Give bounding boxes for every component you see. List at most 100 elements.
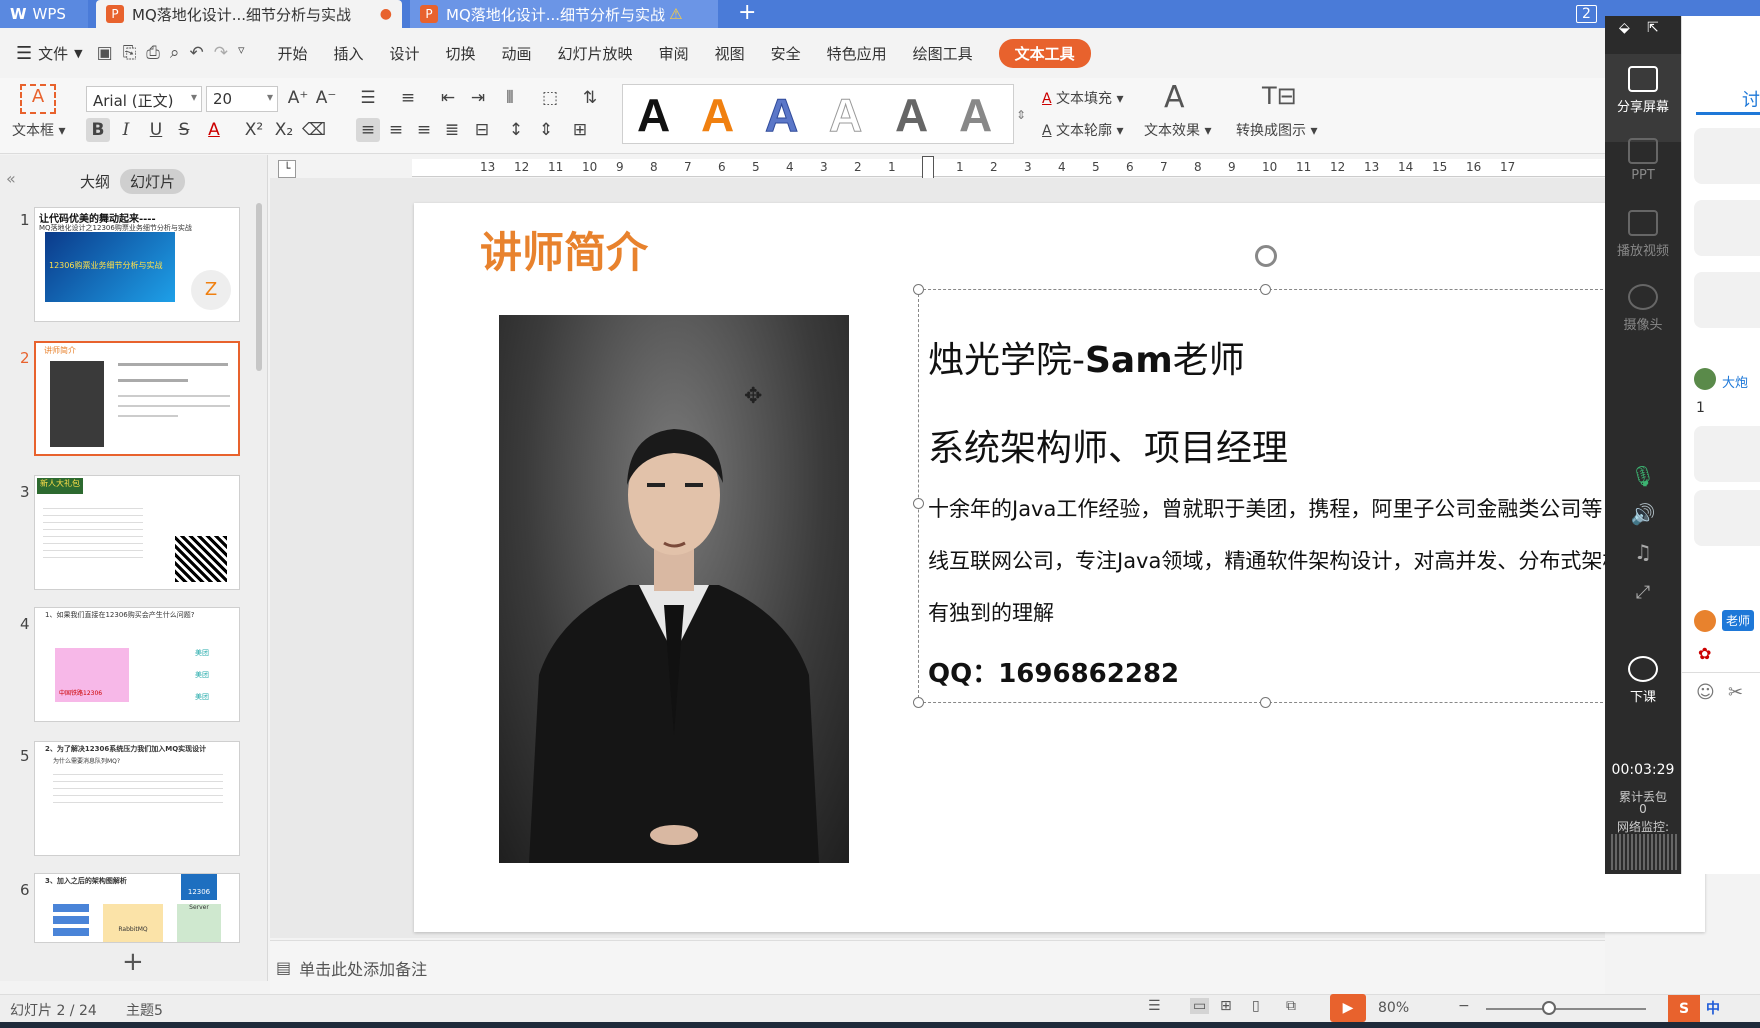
export-icon[interactable]: ⎘: [123, 43, 137, 63]
slide-thumbnail-3[interactable]: 新人大礼包: [34, 475, 240, 590]
text-box-border-icon[interactable]: ⬚: [538, 86, 562, 110]
popout-icon[interactable]: ⇱: [1647, 20, 1667, 40]
slide-thumbnail-6[interactable]: 3、加入之后的架构图解析 12306 RabbitMQ Server: [34, 873, 240, 943]
increase-indent-icon[interactable]: ⇥: [466, 86, 490, 110]
resize-handle[interactable]: [1260, 284, 1271, 295]
font-size-select[interactable]: 20: [206, 86, 278, 112]
menu-slideshow[interactable]: 幻灯片放映: [558, 43, 633, 64]
ime-mode[interactable]: 中: [1706, 998, 1720, 1018]
qq-contact[interactable]: QQ：1696862282: [928, 653, 1179, 690]
scissors-icon[interactable]: ✂: [1728, 682, 1743, 703]
resize-handle[interactable]: [1260, 697, 1271, 708]
notes-toggle-icon[interactable]: ☰: [1148, 998, 1161, 1014]
tab-stop-selector[interactable]: └: [278, 160, 296, 178]
menu-security[interactable]: 安全: [771, 43, 801, 64]
tab-document-active[interactable]: P MQ落地化设计...细节分析与实战 ●: [96, 0, 402, 28]
menu-insert[interactable]: 插入: [333, 43, 363, 64]
strikethrough-button[interactable]: S: [172, 118, 196, 142]
file-menu[interactable]: ☰ 文件 ▼: [16, 43, 83, 64]
menu-special-apps[interactable]: 特色应用: [827, 43, 887, 64]
share-screen-button[interactable]: 分享屏幕: [1605, 66, 1681, 115]
undo-icon[interactable]: ↶: [189, 43, 203, 63]
menu-text-tools[interactable]: 文本工具: [998, 38, 1091, 68]
fullscreen-icon[interactable]: ⤢: [1605, 582, 1681, 603]
text-direction-icon[interactable]: ⇅: [578, 86, 602, 110]
eraser-icon[interactable]: ⌫: [302, 118, 326, 142]
underline-button[interactable]: U: [144, 118, 168, 142]
convert-graphic-button[interactable]: 转换成图示 ▾: [1236, 120, 1317, 140]
decrease-indent-icon[interactable]: ⇤: [436, 86, 460, 110]
paragraph-spacing-icon[interactable]: ⇕: [534, 118, 558, 142]
menu-drawing-tools[interactable]: 绘图工具: [913, 43, 973, 64]
instructor-name[interactable]: 烛光学院-Sam老师: [928, 331, 1245, 383]
menu-review[interactable]: 审阅: [659, 43, 689, 64]
line-spacing-icon[interactable]: ↕: [504, 118, 528, 142]
resize-handle[interactable]: [913, 284, 924, 295]
shield-icon[interactable]: ⬙: [1619, 20, 1639, 40]
notes-pane[interactable]: ▤ 单击此处添加备注: [270, 940, 1605, 994]
text-style-sample[interactable]: A: [895, 91, 928, 139]
end-class-button[interactable]: 下课: [1605, 656, 1681, 705]
slide-thumbnail-2-selected[interactable]: 讲师简介: [34, 341, 240, 456]
ppt-button[interactable]: PPT: [1605, 138, 1681, 183]
bio-line-1[interactable]: 十余年的Java工作经验，曾就职于美团，携程，阿里子公司金融类公司等: [928, 493, 1602, 523]
text-style-sample[interactable]: A: [828, 91, 862, 140]
columns-icon[interactable]: ⫴: [498, 86, 522, 110]
numbered-list-icon[interactable]: ≡: [396, 86, 420, 110]
add-slide-button[interactable]: +: [122, 947, 144, 977]
slide-title[interactable]: 讲师简介: [480, 219, 648, 280]
text-style-sample[interactable]: A: [637, 91, 670, 139]
superscript-button[interactable]: X²: [242, 118, 266, 142]
text-outline-button[interactable]: A 文本轮廓 ▾: [1042, 120, 1124, 140]
tab-slides[interactable]: 幻灯片: [120, 169, 186, 194]
menu-design[interactable]: 设计: [390, 43, 420, 64]
font-color-button[interactable]: A: [202, 118, 226, 142]
text-style-sample[interactable]: A: [959, 91, 992, 139]
slide-thumbnail-1[interactable]: 让代码优美的舞动起来---- MQ落地化设计之12306购票业务细节分析与实战 …: [34, 207, 240, 322]
rotate-handle-icon[interactable]: [1255, 245, 1277, 267]
align-center-icon[interactable]: ≡: [384, 118, 408, 142]
instructor-role[interactable]: 系统架构师、项目经理: [928, 419, 1288, 471]
new-tab-button[interactable]: +: [738, 0, 756, 28]
emoji-icon[interactable]: ☺: [1696, 682, 1715, 703]
reading-view-icon[interactable]: ▯: [1252, 998, 1260, 1014]
increase-font-icon[interactable]: A⁺: [286, 86, 310, 110]
bio-line-3[interactable]: 有独到的理解: [928, 597, 1054, 627]
styles-scroll-icon[interactable]: ⇕: [1016, 108, 1026, 122]
decrease-font-icon[interactable]: A⁻: [314, 86, 338, 110]
tab-wps-home[interactable]: W WPS: [0, 0, 88, 28]
normal-view-icon[interactable]: ▭: [1190, 998, 1210, 1014]
chat-username[interactable]: 大炮: [1722, 372, 1748, 391]
subscript-button[interactable]: X₂: [272, 118, 296, 142]
thumbnail-scrollbar[interactable]: [256, 203, 262, 371]
menu-view[interactable]: 视图: [715, 43, 745, 64]
vertical-align-icon[interactable]: ⊞: [568, 118, 592, 142]
text-style-sample[interactable]: A: [764, 91, 798, 140]
print-preview-icon[interactable]: ⌕: [170, 43, 180, 63]
instructor-photo[interactable]: [499, 315, 849, 863]
slide-sorter-icon[interactable]: ⊞: [1220, 998, 1232, 1014]
collapse-panel-icon[interactable]: «: [6, 169, 16, 188]
redo-icon[interactable]: ↷: [214, 43, 228, 63]
bullet-list-icon[interactable]: ☰: [356, 86, 380, 110]
text-fill-button[interactable]: A 文本填充 ▾: [1042, 88, 1124, 108]
menu-start[interactable]: 开始: [277, 43, 307, 64]
resize-handle[interactable]: [913, 498, 924, 509]
resize-handle[interactable]: [913, 697, 924, 708]
horizontal-ruler[interactable]: 1312111098765432101234567891011121314151…: [412, 159, 1605, 177]
align-left-icon[interactable]: ≡: [356, 118, 380, 142]
window-count-badge[interactable]: 2: [1576, 5, 1597, 23]
camera-button[interactable]: 摄像头: [1605, 284, 1681, 333]
presenter-view-icon[interactable]: ⧉: [1286, 998, 1296, 1014]
tab-outline[interactable]: 大纲: [80, 171, 110, 192]
textbox-icon[interactable]: A: [20, 84, 56, 114]
text-effect-button[interactable]: 文本效果 ▾: [1144, 120, 1211, 140]
zoom-level[interactable]: 80%: [1378, 1000, 1409, 1016]
current-slide[interactable]: 讲师简介 烛光学院-Sam老师 系统架构师、项目经理 十余年的Java工作经验，…: [414, 203, 1705, 932]
music-icon[interactable]: ♫: [1605, 540, 1681, 564]
tab-document-second[interactable]: P MQ落地化设计...细节分析与实战 ⚠: [410, 0, 718, 28]
font-name-select[interactable]: Arial (正文): [86, 86, 202, 112]
justify-icon[interactable]: ≣: [440, 118, 464, 142]
zoom-slider[interactable]: [1486, 1008, 1646, 1010]
play-slideshow-button[interactable]: ▶: [1330, 994, 1366, 1022]
